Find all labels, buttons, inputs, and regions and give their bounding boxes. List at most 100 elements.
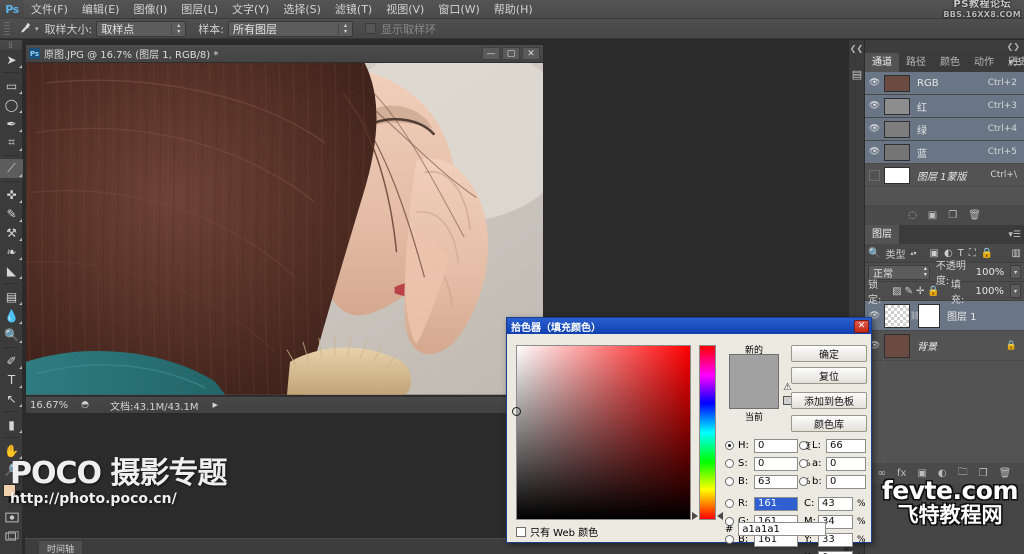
eye-visible-icon[interactable]: 👁 <box>865 101 884 111</box>
tool-submenu-triangle-icon[interactable] <box>19 174 22 177</box>
layers-filter-type[interactable]: 类型 <box>885 246 905 261</box>
save-selection-icon[interactable]: ▣ <box>928 210 937 221</box>
add-mask-icon[interactable]: ▣ <box>917 468 926 479</box>
input-s[interactable]: 0 <box>754 456 798 471</box>
screen-mode-toggle[interactable] <box>0 527 23 546</box>
eye-visible-icon[interactable]: 👁 <box>865 124 884 134</box>
tab-channels-0[interactable]: 通道 <box>865 53 899 72</box>
tab-timeline[interactable]: 时间轴 <box>38 540 84 554</box>
layers-panel-menu-icon[interactable]: ▾☰ <box>1008 230 1021 240</box>
layer-row[interactable]: 👁 背景 🔒 <box>865 331 1024 361</box>
close-icon[interactable]: ✕ <box>854 319 869 333</box>
ok-button[interactable]: 确定 <box>791 345 867 362</box>
sample-size-select[interactable]: 取样点 ▴ ▾ <box>96 20 187 37</box>
radio-s[interactable] <box>725 459 734 468</box>
input-r[interactable]: 161 <box>754 496 798 511</box>
eraser-tool[interactable]: ◣ <box>0 261 23 280</box>
tool-submenu-triangle-icon[interactable] <box>19 302 22 305</box>
new-channel-icon[interactable]: ❐ <box>948 210 957 221</box>
new-layer-icon[interactable]: ❐ <box>979 468 988 479</box>
tool-submenu-triangle-icon[interactable] <box>19 219 22 222</box>
tool-submenu-triangle-icon[interactable] <box>19 456 22 459</box>
input-c[interactable]: 43 <box>818 496 853 511</box>
input-brightness[interactable]: 63 <box>754 474 798 489</box>
reset-button[interactable]: 复位 <box>791 367 867 384</box>
hex-input[interactable]: a1a1a1 <box>738 522 827 536</box>
quick-mask-toggle[interactable] <box>0 508 23 527</box>
input-k[interactable]: 0 <box>818 550 853 554</box>
input-lab-a[interactable]: 0 <box>826 456 866 471</box>
minimize-button[interactable]: — <box>482 47 500 60</box>
menu-item-9[interactable]: 帮助(H) <box>487 0 540 19</box>
tool-submenu-triangle-icon[interactable] <box>19 385 22 388</box>
tool-submenu-triangle-icon[interactable] <box>19 321 22 324</box>
clone-stamp-tool[interactable]: ⚒ <box>0 223 23 242</box>
delete-layer-icon[interactable]: 🗑 <box>999 468 1012 479</box>
menu-item-8[interactable]: 窗口(W) <box>431 0 486 19</box>
radio-brightness[interactable] <box>725 477 734 486</box>
sv-marker[interactable] <box>512 406 521 416</box>
marquee-tool[interactable]: ▭ <box>0 76 23 95</box>
lock-image-icon[interactable]: ✎ <box>905 286 913 297</box>
dock-header[interactable]: ❮❯ <box>865 40 1024 53</box>
input-h[interactable]: 0 <box>754 438 798 453</box>
tab-layers-0[interactable]: 图层 <box>865 225 899 244</box>
color-picker-title-bar[interactable]: 拾色器（填充颜色） ✕ <box>507 318 871 334</box>
tool-submenu-triangle-icon[interactable] <box>19 110 22 113</box>
eyedropper-icon[interactable] <box>14 20 34 38</box>
menu-item-4[interactable]: 文字(Y) <box>225 0 276 19</box>
eyedropper-tool[interactable]: ⟋ <box>0 159 23 178</box>
channel-row[interactable]: 👁 蓝 Ctrl+5 <box>865 141 1024 164</box>
status-menu-arrow-icon[interactable]: ▶ <box>213 401 218 409</box>
spot-healing-tool[interactable]: ✜ <box>0 185 23 204</box>
tool-submenu-triangle-icon[interactable] <box>19 430 22 433</box>
pen-tool[interactable]: ✐ <box>0 351 23 370</box>
layer-mask-thumbnail[interactable] <box>918 303 940 328</box>
gamut-warning-icon[interactable]: ⚠ <box>783 382 792 393</box>
tool-submenu-triangle-icon[interactable] <box>19 404 22 407</box>
lasso-tool[interactable]: ◯ <box>0 95 23 114</box>
add-to-swatches-button[interactable]: 添加到色板 <box>791 392 867 409</box>
path-selection-tool[interactable]: ↖ <box>0 389 23 408</box>
gradient-tool[interactable]: ▤ <box>0 287 23 306</box>
adjustment-layer-icon[interactable]: ◐ <box>938 468 947 479</box>
channel-row[interactable]: 👁 红 Ctrl+3 <box>865 95 1024 118</box>
color-libraries-button[interactable]: 颜色库 <box>791 415 867 432</box>
expand-panels-icon[interactable]: ❮❮ <box>849 40 864 53</box>
lock-position-icon[interactable]: ✛ <box>916 286 924 297</box>
menu-item-5[interactable]: 选择(S) <box>276 0 328 19</box>
document-title-bar[interactable]: Ps 原图.JPG @ 16.7% (图层 1, RGB/8) * — ▢ ✕ <box>26 45 543 63</box>
menu-item-7[interactable]: 视图(V) <box>379 0 431 19</box>
web-colors-only-checkbox[interactable] <box>516 526 526 537</box>
history-brush-tool[interactable]: ❧ <box>0 242 23 261</box>
layer-style-icon[interactable]: fx <box>897 468 906 479</box>
zoom-tool[interactable]: 🔎 <box>0 460 23 479</box>
fill-value[interactable]: 100% <box>975 284 1007 298</box>
radio-b[interactable] <box>725 535 734 544</box>
tab-channels-1[interactable]: 路径 <box>899 53 933 72</box>
layer-row[interactable]: 👁 ⛓ 图层 1 <box>865 301 1024 331</box>
tool-submenu-triangle-icon[interactable] <box>19 340 22 343</box>
options-bar-grip[interactable] <box>4 21 10 36</box>
type-tool[interactable]: T <box>0 370 23 389</box>
show-sampling-ring-checkbox[interactable] <box>364 23 376 34</box>
quick-selection-tool[interactable]: ✒ <box>0 114 23 133</box>
move-tool[interactable]: ➤ <box>0 50 23 69</box>
tool-preset-caret-icon[interactable]: ▾ <box>35 25 39 33</box>
tool-submenu-triangle-icon[interactable] <box>19 366 22 369</box>
dodge-tool[interactable]: 🔍 <box>0 325 23 344</box>
tab-channels-3[interactable]: 动作 <box>967 53 1001 72</box>
canvas-area[interactable] <box>26 63 543 396</box>
opacity-stepper[interactable]: ▾ <box>1010 265 1021 279</box>
mask-link-icon[interactable]: ⛓ <box>910 311 920 320</box>
eye-visible-icon[interactable]: 👁 <box>865 78 884 88</box>
opacity-value[interactable]: 100% <box>976 265 1007 279</box>
new-group-icon[interactable]: 🗀 <box>958 465 968 482</box>
hue-marker-left-icon[interactable] <box>692 512 698 520</box>
channel-row[interactable]: 👁 RGB Ctrl+2 <box>865 72 1024 95</box>
close-button[interactable]: ✕ <box>522 47 540 60</box>
channels-panel-menu-icon[interactable]: ▾☰ <box>1008 58 1021 68</box>
eye-hidden-icon[interactable] <box>865 169 884 181</box>
menu-item-0[interactable]: 文件(F) <box>24 0 75 19</box>
menu-item-2[interactable]: 图像(I) <box>126 0 174 19</box>
